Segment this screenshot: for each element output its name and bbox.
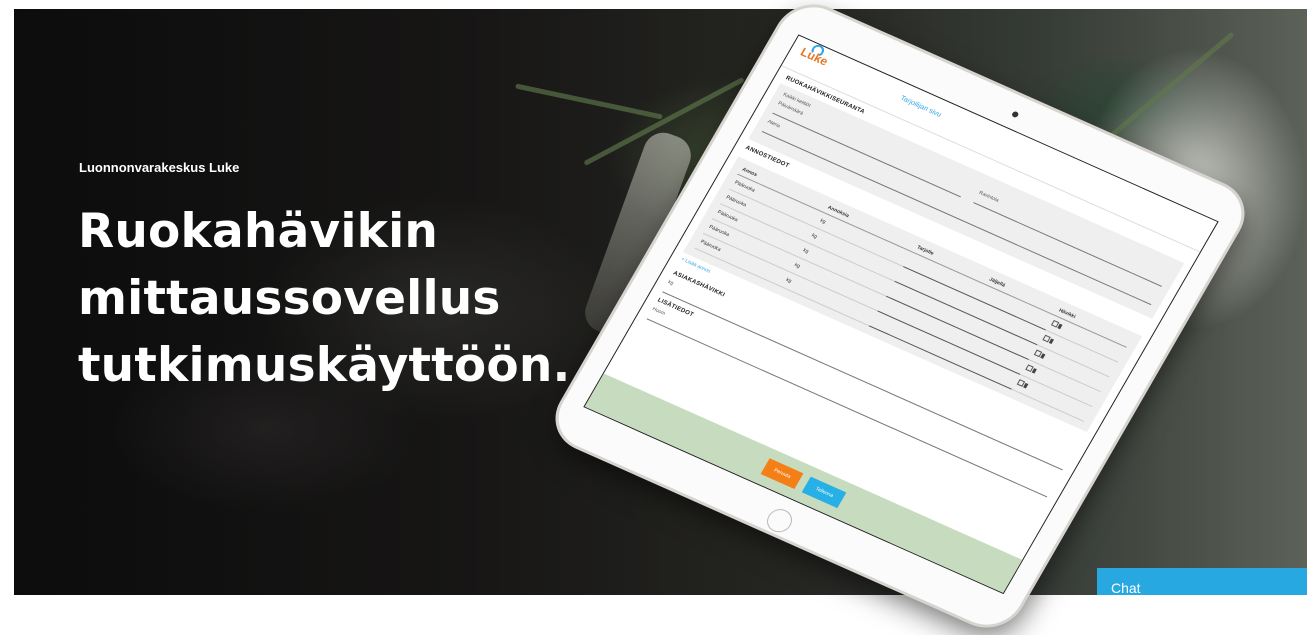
chat-button[interactable]: Chat (1097, 568, 1307, 596)
hero-eyebrow: Luonnonvarakeskus Luke (79, 160, 240, 175)
cancel-button[interactable]: Peruuta (760, 458, 804, 490)
trash-icon[interactable] (1031, 368, 1037, 374)
tablet-camera (1010, 110, 1020, 119)
hero-headline: Ruokahävikin mittaussovellus tutkimuskäy… (78, 204, 571, 393)
app-title: Tarjoilijan sivu (898, 94, 943, 119)
save-button[interactable]: Tallenna (802, 476, 847, 509)
trash-icon[interactable] (1040, 353, 1046, 359)
trash-icon[interactable] (1048, 338, 1055, 345)
trash-icon[interactable] (1023, 382, 1029, 389)
trash-icon[interactable] (1057, 323, 1063, 330)
app-logo: Luke (797, 44, 831, 69)
